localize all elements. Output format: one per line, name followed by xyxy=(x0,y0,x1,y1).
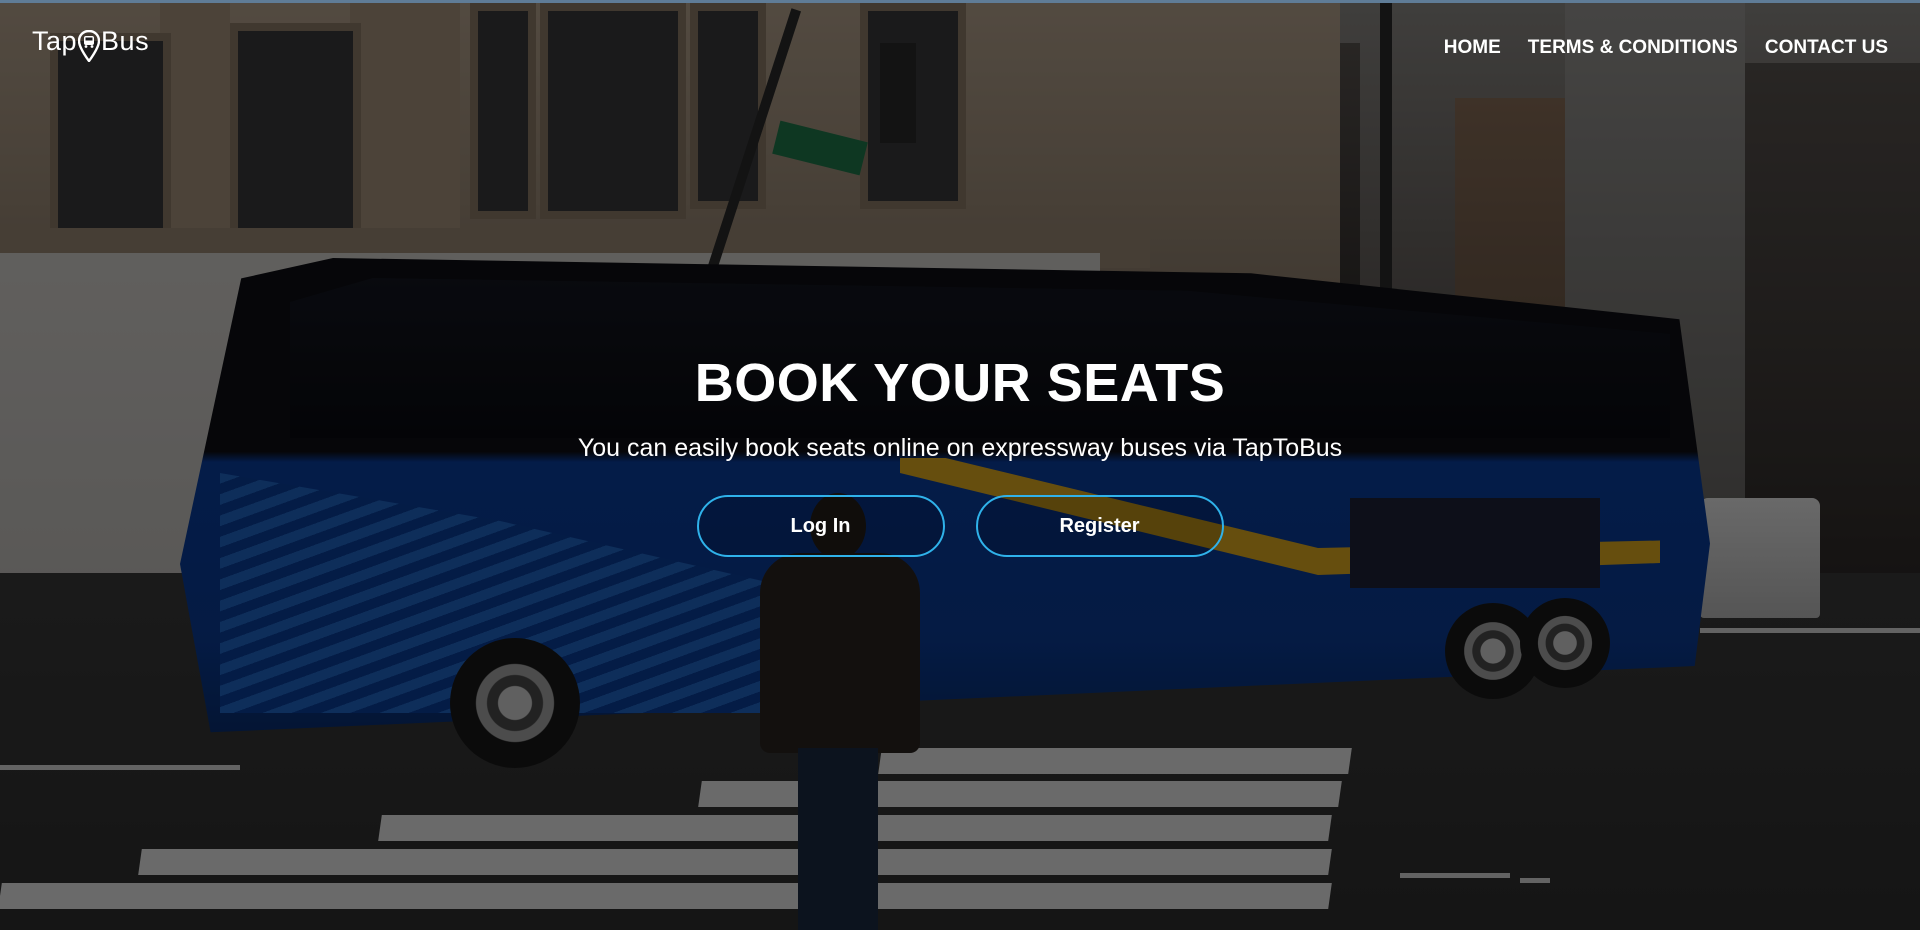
navbar: Tap Bus HOME TERMS & CONDITIONS CONTACT … xyxy=(0,3,1920,93)
hero-section: BOOK YOUR SEATS You can easily book seat… xyxy=(0,343,1920,557)
nav-links: HOME TERMS & CONDITIONS CONTACT US xyxy=(1444,37,1888,59)
location-pin-bus-icon xyxy=(77,29,101,63)
nav-home-link[interactable]: HOME xyxy=(1444,37,1501,59)
hero-title: BOOK YOUR SEATS xyxy=(694,353,1226,413)
brand-logo[interactable]: Tap Bus xyxy=(32,25,150,63)
nav-terms-link[interactable]: TERMS & CONDITIONS xyxy=(1528,37,1738,59)
hero-subtitle: You can easily book seats online on expr… xyxy=(577,434,1343,462)
brand-name-left: Tap xyxy=(32,25,78,56)
register-button[interactable]: Register xyxy=(975,495,1224,557)
location-pin-bus-icon-svg xyxy=(77,29,101,63)
hero-buttons: Log In Register xyxy=(0,495,1920,557)
nav-contact-link[interactable]: CONTACT US xyxy=(1765,37,1888,59)
page: Tap Bus HOME TERMS & CONDITIONS CONTACT … xyxy=(0,0,1920,930)
brand-name-right: Bus xyxy=(101,25,150,56)
login-button[interactable]: Log In xyxy=(696,495,945,557)
